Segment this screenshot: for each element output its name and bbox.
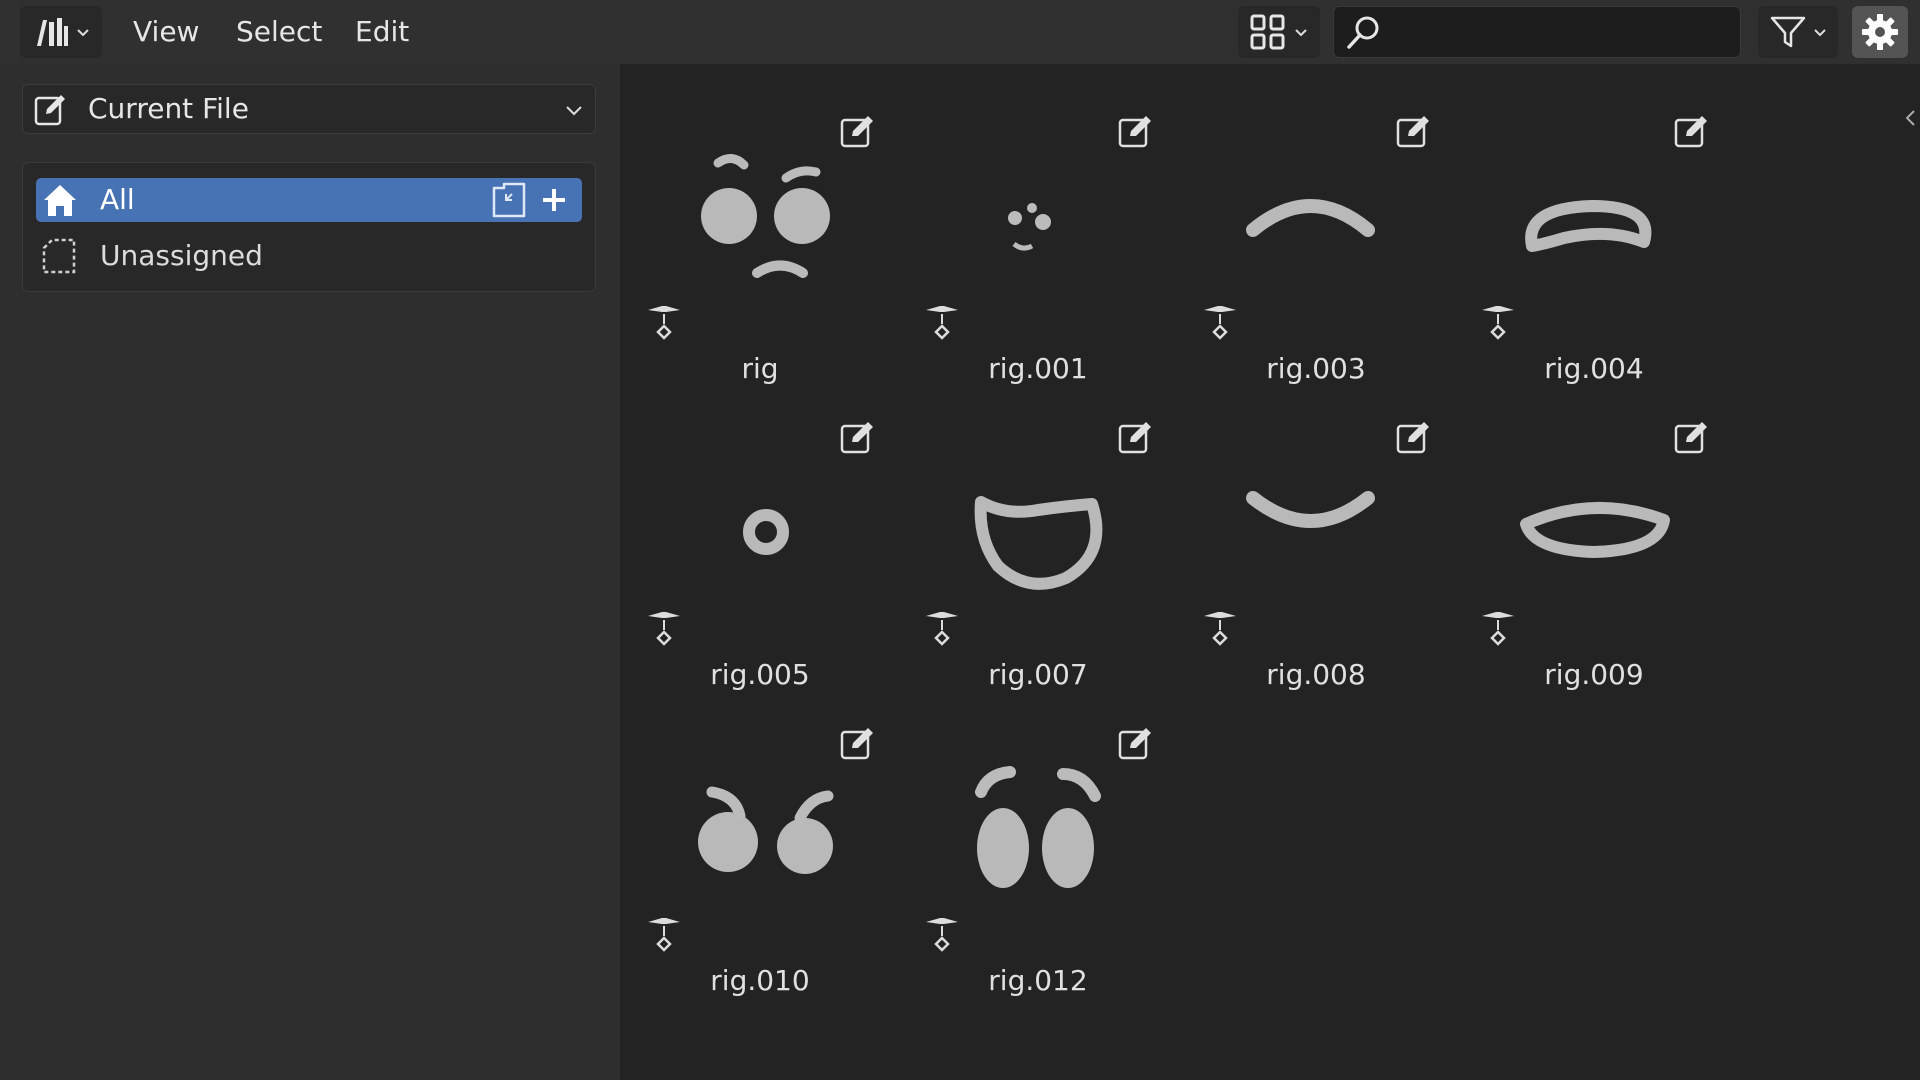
settings-button[interactable]: [1852, 6, 1908, 58]
home-icon: [44, 185, 76, 216]
asset-browser-icon: [37, 18, 68, 46]
asset-thumbnail: [974, 496, 1103, 590]
library-selector[interactable]: Current File: [22, 84, 596, 134]
filter-icon: [1770, 16, 1806, 48]
edit-asset-icon[interactable]: [1116, 418, 1156, 458]
header-bar: View Select Edit: [0, 0, 1920, 64]
asset-thumbnail: [1008, 203, 1051, 251]
asset-name: rig.007: [988, 658, 1088, 691]
editor-type-button[interactable]: [20, 6, 102, 58]
display-mode-button[interactable]: [1238, 6, 1320, 58]
catalog-item-label: All: [100, 183, 135, 216]
asset-name: rig.003: [1266, 352, 1366, 385]
asset-tile[interactable]: rig.003: [1176, 88, 1436, 388]
chevron-down-icon: [1814, 29, 1826, 37]
pose-library-icon: [1204, 306, 1236, 340]
asset-thumbnail: [1246, 491, 1375, 528]
menu-select[interactable]: Select: [236, 12, 322, 52]
asset-tile[interactable]: rig.001: [898, 88, 1158, 388]
menu-view[interactable]: View: [133, 12, 199, 52]
edit-asset-icon[interactable]: [1394, 418, 1434, 458]
asset-tile[interactable]: rig.007: [898, 394, 1158, 694]
asset-tile[interactable]: rig.005: [620, 394, 880, 694]
asset-name: rig.009: [1544, 658, 1644, 691]
asset-tile[interactable]: rig.004: [1454, 88, 1714, 388]
chevron-down-icon: [1295, 29, 1307, 37]
edit-asset-icon[interactable]: [1394, 112, 1434, 152]
asset-thumbnail: [1246, 199, 1375, 237]
asset-thumbnail: [698, 786, 834, 874]
asset-name: rig: [741, 352, 779, 385]
asset-thumbnail: [1525, 200, 1652, 252]
pose-library-icon: [926, 612, 958, 646]
edit-asset-icon[interactable]: [1116, 724, 1156, 764]
asset-tile[interactable]: rig.008: [1176, 394, 1436, 694]
asset-name: rig.004: [1544, 352, 1644, 385]
edit-asset-icon[interactable]: [1116, 112, 1156, 152]
grid-view-icon: [1250, 14, 1285, 50]
asset-name: rig.008: [1266, 658, 1366, 691]
asset-name: rig.001: [988, 352, 1088, 385]
add-icon[interactable]: [540, 186, 568, 214]
pose-library-icon: [1204, 612, 1236, 646]
asset-tile[interactable]: rig: [620, 88, 880, 388]
unassigned-catalog-icon: [42, 238, 76, 274]
asset-tile[interactable]: rig.010: [620, 700, 880, 1000]
asset-thumbnail: [1520, 501, 1670, 558]
pose-library-icon: [1482, 306, 1514, 340]
gear-icon: [1862, 14, 1898, 50]
search-icon: [1347, 16, 1379, 49]
chevron-down-icon: [566, 106, 582, 116]
edit-asset-icon[interactable]: [838, 724, 878, 764]
asset-name: rig.005: [710, 658, 810, 691]
menu-edit[interactable]: Edit: [355, 12, 409, 52]
current-file-icon: [34, 95, 65, 126]
asset-tile[interactable]: rig.009: [1454, 394, 1714, 694]
chevron-down-icon: [77, 29, 89, 37]
edit-asset-icon[interactable]: [1672, 418, 1712, 458]
pose-library-icon: [648, 612, 680, 646]
asset-name: rig.012: [988, 964, 1088, 997]
new-catalog-icon[interactable]: [490, 182, 530, 218]
asset-name: rig.010: [710, 964, 810, 997]
pose-library-icon: [926, 306, 958, 340]
pose-library-icon: [648, 306, 680, 340]
asset-thumbnail: [701, 154, 830, 278]
catalog-item-all[interactable]: All: [36, 178, 582, 222]
asset-thumbnail: [975, 766, 1101, 888]
edit-asset-icon[interactable]: [838, 112, 878, 152]
library-selector-label: Current File: [88, 92, 249, 125]
search-field[interactable]: [1333, 6, 1741, 58]
search-input[interactable]: [1394, 13, 1728, 53]
pose-library-icon: [1482, 612, 1514, 646]
asset-thumbnail: [743, 509, 789, 555]
filter-button[interactable]: [1758, 6, 1838, 58]
pose-library-icon: [926, 918, 958, 952]
chevron-left-icon[interactable]: [1902, 108, 1918, 128]
edit-asset-icon[interactable]: [838, 418, 878, 458]
edit-asset-icon[interactable]: [1672, 112, 1712, 152]
catalog-item-label: Unassigned: [100, 239, 263, 272]
asset-tile[interactable]: rig.012: [898, 700, 1158, 1000]
catalog-item-unassigned[interactable]: Unassigned: [36, 234, 582, 278]
asset-grid: rig rig.001 rig.003 rig.004 rig.005 rig.…: [620, 64, 1920, 1080]
pose-library-icon: [648, 918, 680, 952]
